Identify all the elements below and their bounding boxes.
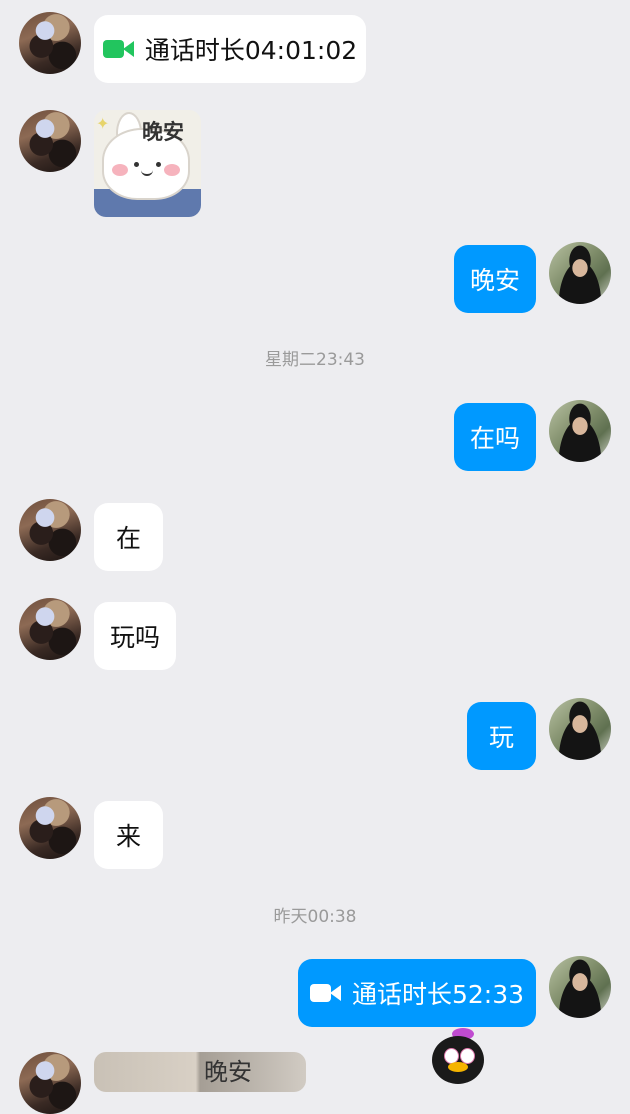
video-camera-icon	[309, 982, 342, 1004]
incoming-image-message[interactable]: 晚安	[94, 1052, 306, 1092]
outgoing-message-bubble[interactable]: 晚安	[454, 245, 536, 313]
incoming-message-bubble[interactable]: 来	[94, 801, 163, 869]
user-avatar[interactable]	[549, 242, 611, 304]
incoming-message-bubble[interactable]: 玩吗	[94, 602, 176, 670]
contact-avatar[interactable]	[19, 1052, 81, 1114]
video-camera-icon	[102, 38, 135, 60]
message-text: 在吗	[469, 424, 520, 453]
sticker-caption: 晚安	[142, 120, 184, 144]
outgoing-video-call-bubble[interactable]: 通话时长52:33	[298, 959, 536, 1027]
outgoing-message-bubble[interactable]: 玩	[467, 702, 536, 770]
user-avatar[interactable]	[549, 698, 611, 760]
contact-avatar[interactable]	[19, 12, 81, 74]
outgoing-message-bubble[interactable]: 在吗	[454, 403, 536, 471]
message-text: 玩	[488, 723, 514, 752]
qq-penguin-sticker[interactable]	[428, 1028, 486, 1084]
message-text: 在	[115, 524, 141, 553]
sparkle-icon: ✦	[96, 114, 110, 133]
image-caption-partial: 晚安	[204, 1058, 252, 1086]
call-duration-text: 通话时长52:33	[351, 980, 525, 1009]
timestamp-label: 星期二23:43	[265, 350, 365, 370]
contact-avatar[interactable]	[19, 499, 81, 561]
contact-avatar[interactable]	[19, 110, 81, 172]
incoming-message-bubble[interactable]: 在	[94, 503, 163, 571]
message-text: 来	[115, 822, 141, 851]
user-avatar[interactable]	[549, 956, 611, 1018]
message-text: 晚安	[469, 266, 520, 295]
good-night-sticker[interactable]: ✦ 晚安	[94, 110, 201, 217]
call-duration-text: 通话时长04:01:02	[144, 36, 358, 65]
incoming-video-call-bubble[interactable]: 通话时长04:01:02	[94, 15, 366, 83]
timestamp-label: 昨天00:38	[273, 907, 357, 927]
user-avatar[interactable]	[549, 400, 611, 462]
message-text: 玩吗	[109, 623, 160, 652]
contact-avatar[interactable]	[19, 797, 81, 859]
contact-avatar[interactable]	[19, 598, 81, 660]
